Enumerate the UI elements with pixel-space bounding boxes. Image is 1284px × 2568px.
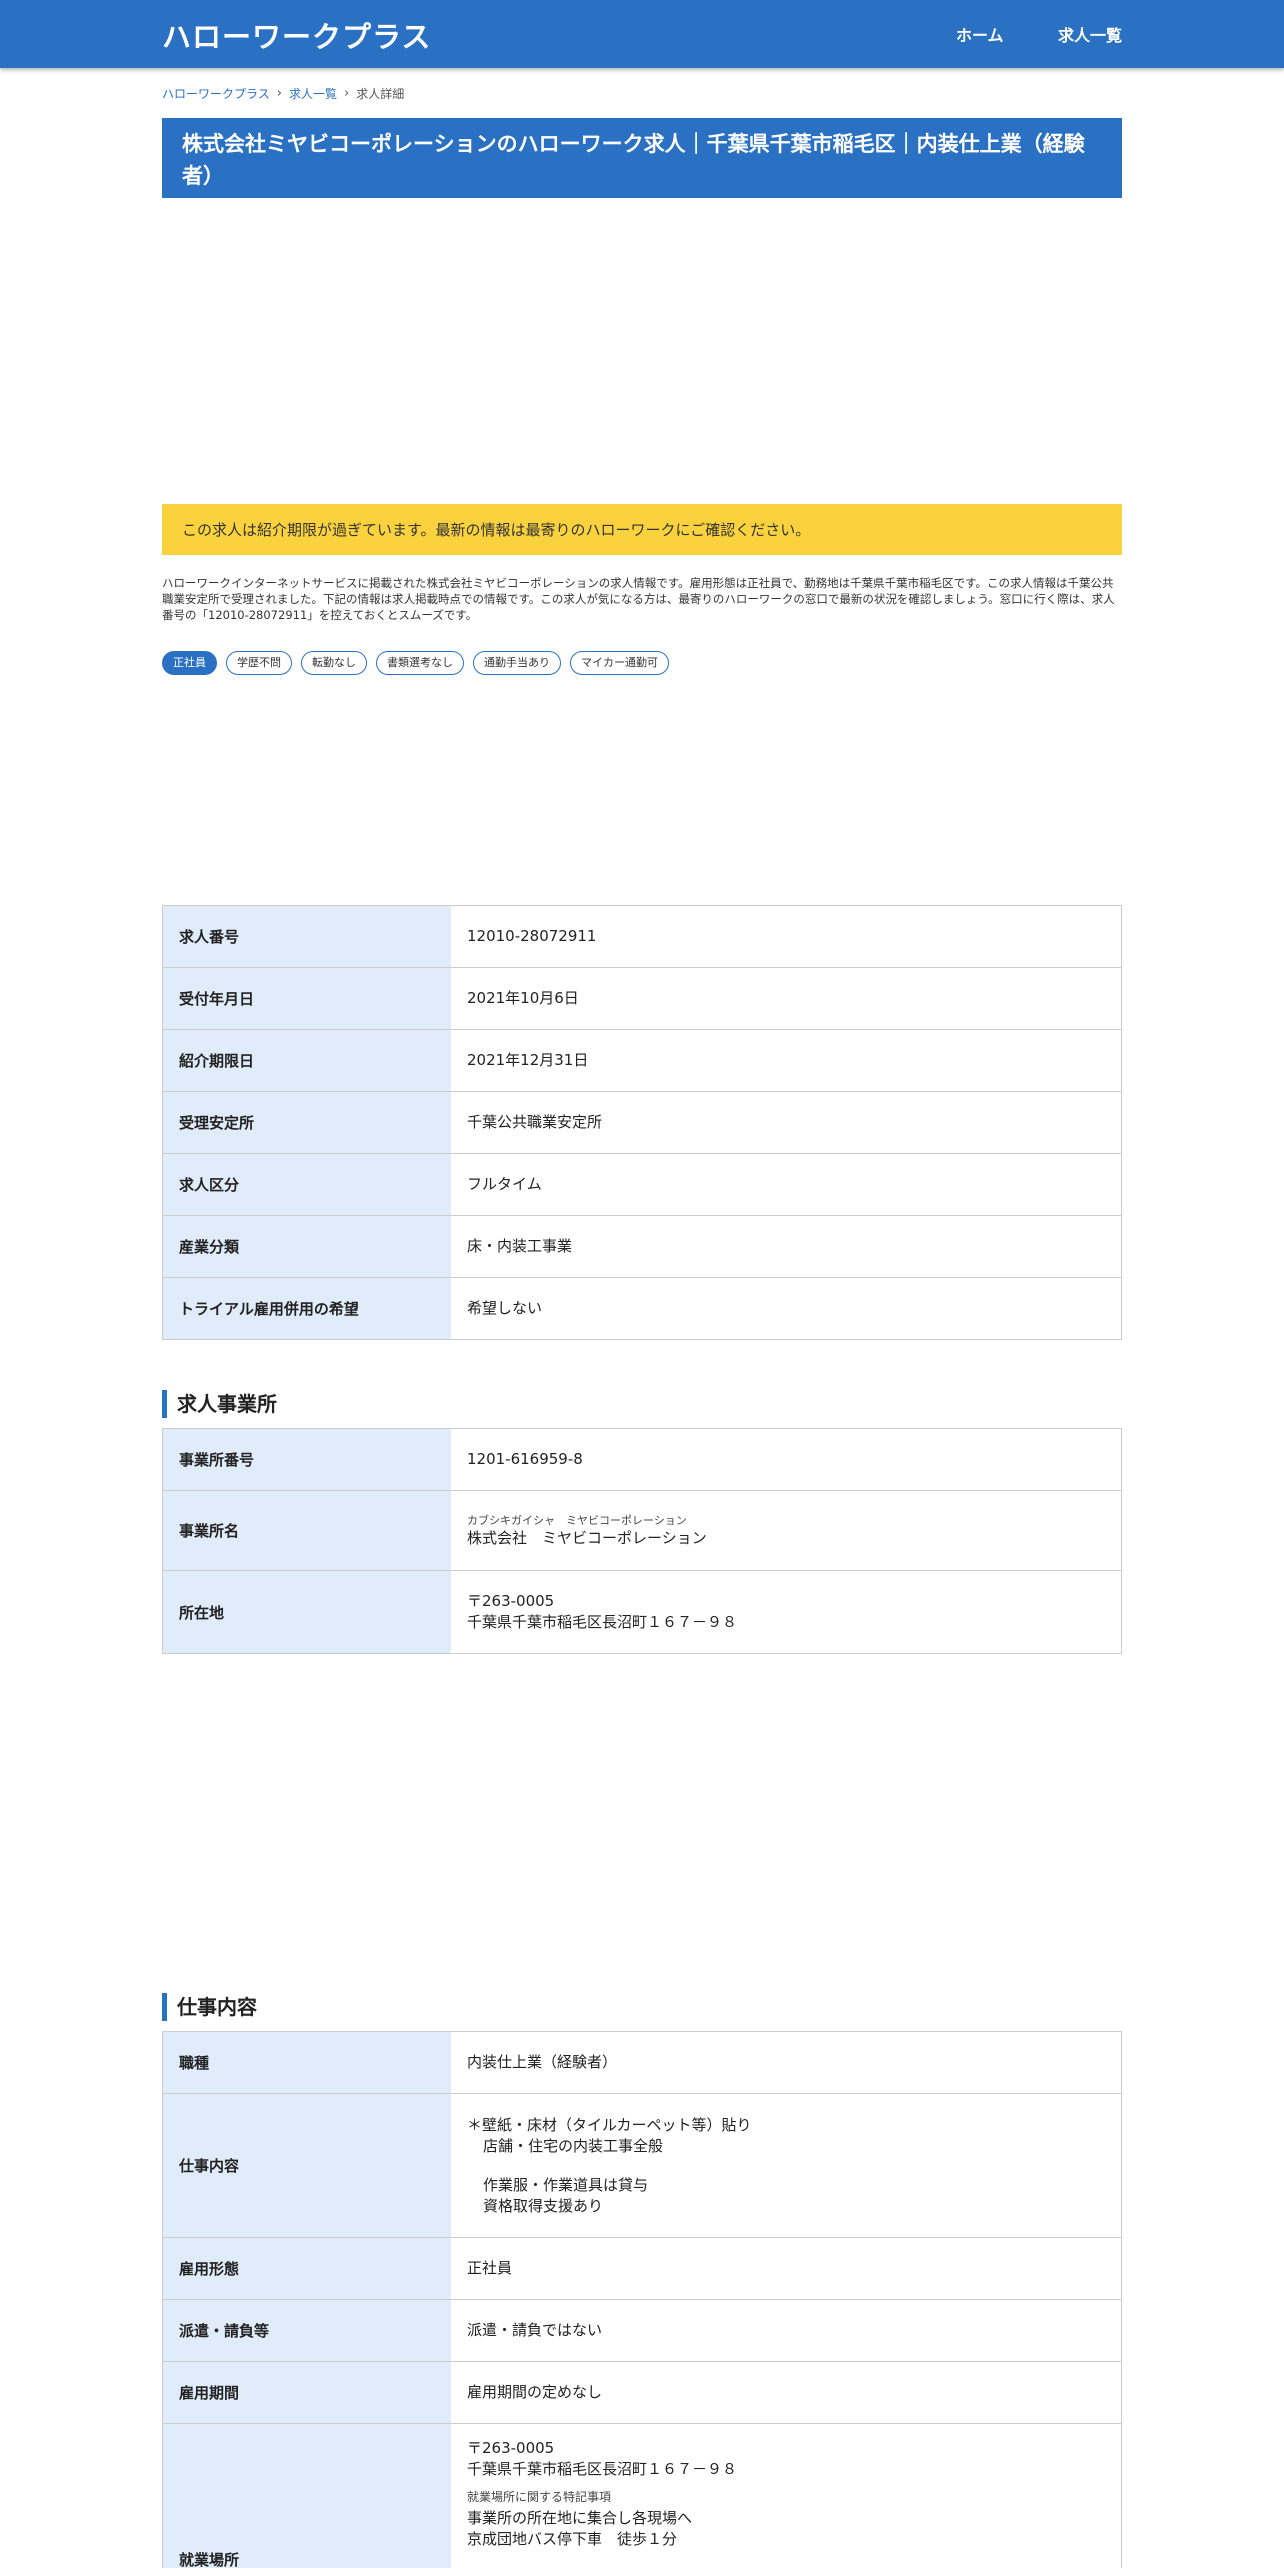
- table-row: 受理安定所 千葉公共職業安定所: [163, 1092, 1121, 1154]
- row-label: 仕事内容: [163, 2094, 451, 2237]
- postal-code: 〒263-0005: [467, 1592, 555, 1610]
- tag-badge: 学歴不問: [226, 651, 292, 675]
- tag-badge: 転勤なし: [301, 651, 367, 675]
- row-label: 職種: [163, 2032, 451, 2093]
- row-value: フルタイム: [467, 1175, 542, 1193]
- dispatch-value: 派遣・請負ではない: [467, 2321, 603, 2339]
- page-title: 株式会社ミヤビコーポレーションのハローワーク求人｜千葉県千葉市稲毛区｜内装仕上業…: [162, 118, 1122, 198]
- office-name-cell: カブシキガイシャ ミヤビコーポレーション 株式会社 ミヤビコーポレーション: [451, 1491, 1121, 1570]
- row-label: トライアル雇用併用の希望: [163, 1278, 451, 1339]
- office-number: 1201-616959-8: [467, 1450, 583, 1468]
- occupation-value: 内装仕上業（経験者）: [467, 2053, 618, 2071]
- description-line: ＊壁紙・床材（タイルカーペット等）貼り: [467, 2115, 752, 2134]
- description-cell: ＊壁紙・床材（タイルカーペット等）貼り 店舗・住宅の内装工事全般 作業服・作業道…: [451, 2094, 1121, 2237]
- chevron-right-icon: ›: [276, 86, 282, 101]
- job-table: 職種 内装仕上業（経験者） 仕事内容 ＊壁紙・床材（タイルカーペット等）貼り 店…: [162, 2031, 1122, 2568]
- row-label: 事業所名: [163, 1491, 451, 1570]
- section-heading-job: 仕事内容: [162, 1993, 257, 2021]
- workplace-note-line: 事業所の所在地に集合し各現場へ: [467, 2509, 693, 2527]
- row-value: 2021年10月6日: [467, 989, 579, 1007]
- workplace-postal: 〒263-0005: [467, 2439, 555, 2457]
- workplace-note-line: 京成団地バス停下車 徒歩１分: [467, 2530, 678, 2548]
- section-heading-office: 求人事業所: [162, 1390, 277, 1418]
- table-row: 雇用形態 正社員: [163, 2238, 1121, 2300]
- row-label: 求人番号: [163, 906, 451, 967]
- table-row: 紹介期限日 2021年12月31日: [163, 1030, 1121, 1092]
- table-row: 産業分類 床・内装工事業: [163, 1216, 1121, 1278]
- breadcrumb-home-link[interactable]: ハローワークプラス: [162, 85, 270, 102]
- office-table: 事業所番号 1201-616959-8 事業所名 カブシキガイシャ ミヤビコーポ…: [162, 1428, 1122, 1654]
- table-row: 所在地 〒263-0005 千葉県千葉市稲毛区長沼町１６７－９８: [163, 1571, 1121, 1653]
- office-name: 株式会社 ミヤビコーポレーション: [467, 1528, 707, 1547]
- row-label: 受理安定所: [163, 1092, 451, 1153]
- workplace-note-label: 就業場所に関する特記事項: [467, 2490, 612, 2504]
- description-line: 店舗・住宅の内装工事全般: [483, 2136, 664, 2155]
- chevron-right-icon: ›: [343, 86, 350, 101]
- office-address-cell: 〒263-0005 千葉県千葉市稲毛区長沼町１６７－９８: [451, 1571, 1121, 1653]
- row-label: 産業分類: [163, 1216, 451, 1277]
- row-label: 就業場所: [163, 2424, 451, 2568]
- row-value: 2021年12月31日: [467, 1051, 589, 1069]
- row-label: 雇用形態: [163, 2238, 451, 2299]
- table-row: トライアル雇用併用の希望 希望しない: [163, 1278, 1121, 1339]
- office-name-kana: カブシキガイシャ ミヤビコーポレーション: [467, 1513, 687, 1527]
- tag-list: 正社員 学歴不問 転勤なし 書類選考なし 通勤手当あり マイカー通勤可: [162, 651, 669, 675]
- breadcrumb-job-list-link[interactable]: 求人一覧: [289, 85, 337, 102]
- row-label: 紹介期限日: [163, 1030, 451, 1091]
- tag-badge: マイカー通勤可: [570, 651, 669, 675]
- row-value: 希望しない: [467, 1299, 543, 1317]
- site-header: ハローワークプラス ホーム 求人一覧: [0, 0, 1284, 68]
- table-row: 受付年月日 2021年10月6日: [163, 968, 1121, 1030]
- intro-text: ハローワークインターネットサービスに掲載された株式会社ミヤビコーポレーションの求…: [162, 576, 1115, 622]
- workplace-address: 千葉県千葉市稲毛区長沼町１６７－９８: [467, 2460, 738, 2478]
- row-label: 派遣・請負等: [163, 2300, 451, 2361]
- row-value: 12010-28072911: [467, 927, 597, 945]
- expired-notice: この求人は紹介期限が過ぎています。最新の情報は最寄りのハローワークにご確認くださ…: [162, 504, 1122, 555]
- tag-badge: 書類選考なし: [376, 651, 464, 675]
- period-value: 雇用期間の定めなし: [467, 2383, 603, 2401]
- breadcrumb-current: 求人詳細: [356, 87, 405, 101]
- description-line: 資格取得支援あり: [483, 2196, 604, 2215]
- summary-table: 求人番号 12010-28072911 受付年月日 2021年10月6日 紹介期…: [162, 905, 1122, 1340]
- row-label: 求人区分: [163, 1154, 451, 1215]
- table-row: 事業所番号 1201-616959-8: [163, 1429, 1121, 1491]
- description-line: 作業服・作業道具は貸与: [483, 2175, 649, 2194]
- row-value: 床・内装工事業: [467, 1237, 573, 1255]
- workplace-cell: 〒263-0005 千葉県千葉市稲毛区長沼町１６７－９８ 就業場所に関する特記事…: [451, 2424, 1121, 2568]
- table-row: 仕事内容 ＊壁紙・床材（タイルカーペット等）貼り 店舗・住宅の内装工事全般 作業…: [163, 2094, 1121, 2238]
- row-value: 千葉公共職業安定所: [467, 1113, 603, 1131]
- table-row: 求人番号 12010-28072911: [163, 906, 1121, 968]
- table-row: 就業場所 〒263-0005 千葉県千葉市稲毛区長沼町１６７－９８ 就業場所に関…: [163, 2424, 1121, 2568]
- nav-job-list-link[interactable]: 求人一覧: [1058, 22, 1122, 46]
- row-label: 雇用期間: [163, 2362, 451, 2423]
- row-label: 受付年月日: [163, 968, 451, 1029]
- row-label: 所在地: [163, 1571, 451, 1653]
- breadcrumb: ハローワークプラス › 求人一覧 › 求人詳細: [162, 85, 404, 102]
- tag-badge: 通勤手当あり: [473, 651, 561, 675]
- table-row: 派遣・請負等 派遣・請負ではない: [163, 2300, 1121, 2362]
- table-row: 事業所名 カブシキガイシャ ミヤビコーポレーション 株式会社 ミヤビコーポレーシ…: [163, 1491, 1121, 1571]
- nav-home-link[interactable]: ホーム: [956, 22, 1004, 46]
- table-row: 雇用期間 雇用期間の定めなし: [163, 2362, 1121, 2424]
- table-row: 求人区分 フルタイム: [163, 1154, 1121, 1216]
- tag-badge: 正社員: [162, 651, 217, 675]
- site-title[interactable]: ハローワークプラス: [162, 14, 431, 56]
- office-address: 千葉県千葉市稲毛区長沼町１６７－９８: [467, 1613, 738, 1631]
- table-row: 職種 内装仕上業（経験者）: [163, 2032, 1121, 2094]
- row-label: 事業所番号: [163, 1429, 451, 1490]
- employment-type-value: 正社員: [467, 2259, 513, 2277]
